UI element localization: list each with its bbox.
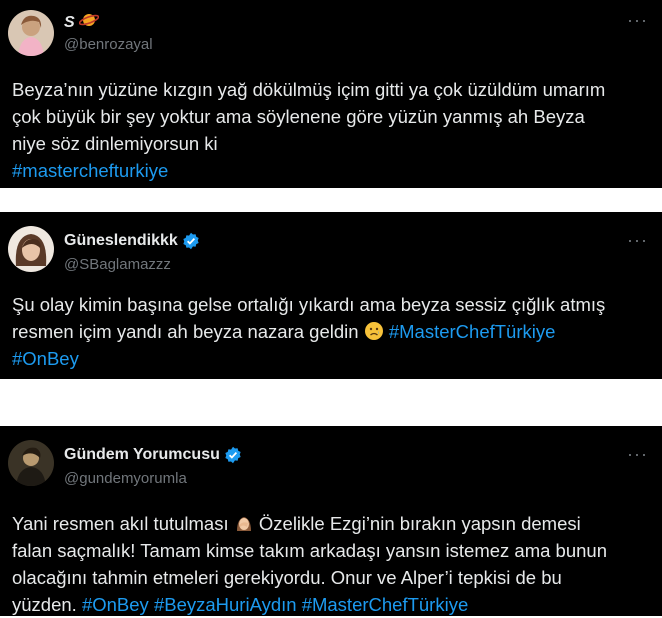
tweet-line-with-tag: resmen içim yandı ah beyza nazara geldin… [12,318,650,345]
hashtag-link[interactable]: #masterchefturkiye [12,157,650,184]
tweet-card-3: Gündem Yorumcusu @gundemyorumla ··· Yani… [0,426,662,616]
tweet-line-with-tags: yüzden. #OnBey #BeyzaHuriAydın #MasterCh… [12,591,650,618]
tweet-text: Şu olay kimin başına gelse ortalığı yıka… [12,291,650,372]
tweet-line: Beyza’nın yüzüne kızgın yağ dökülmüş içi… [12,79,606,100]
display-name-row: Güneslendikkk [64,232,200,250]
sad-face-emoji-icon [364,321,384,341]
tweet-text: Beyza’nın yüzüne kızgın yağ dökülmüş içi… [12,76,650,184]
display-name-row: S [64,12,99,33]
tweet-line: resmen içim yandı ah beyza nazara geldin [12,321,359,342]
tweet-line: yüzden. [12,594,77,615]
hashtag-link[interactable]: #OnBey [82,594,149,615]
hashtag-link[interactable]: #MasterChefTürkiye [389,321,556,342]
tweet-line: olacağını tahmin etmeleri gerekiyordu. O… [12,567,562,588]
more-options-icon[interactable]: ··· [627,230,648,251]
hashtag-link[interactable]: #OnBey [12,345,650,372]
tweet-line-with-emoji: Yani resmen akıl tutulması Özelikle Ezgi… [12,510,650,537]
avatar[interactable] [8,10,54,56]
woman-facepalming-emoji-icon [234,513,254,533]
display-name[interactable]: Gündem Yorumcusu [64,446,220,464]
tweet-line: falan saçmalık! Tamam kimse takım arkada… [12,540,607,561]
tweet-line: niye söz dinlemiyorsun ki [12,133,218,154]
avatar[interactable] [8,226,54,272]
avatar[interactable] [8,440,54,486]
tweet-card-2: Güneslendikkk @SBaglamazzz ··· Şu olay k… [0,212,662,379]
user-handle[interactable]: @gundemyorumla [64,470,187,487]
planet-icon [78,12,99,33]
tweet-card-1: S @benrozayal ··· Beyza’nın yüzüne kızgı… [0,0,662,188]
hashtag-link[interactable]: #BeyzaHuriAydın [154,594,297,615]
display-name-row: Gündem Yorumcusu [64,446,242,464]
tweet-text: Yani resmen akıl tutulması Özelikle Ezgi… [12,510,650,618]
tweet-line: Özelikle Ezgi’nin bırakın yapsın demesi [258,513,581,534]
verified-badge-icon [182,232,200,250]
user-handle[interactable]: @SBaglamazzz [64,256,171,273]
hashtag-link[interactable]: #MasterChefTürkiye [302,594,469,615]
more-options-icon[interactable]: ··· [627,10,648,31]
display-name[interactable]: S [64,14,75,32]
more-options-icon[interactable]: ··· [627,444,648,465]
display-name[interactable]: Güneslendikkk [64,232,178,250]
tweet-line: çok büyük bir şey yoktur ama söylenene g… [12,106,585,127]
verified-badge-icon [224,446,242,464]
tweet-line: Şu olay kimin başına gelse ortalığı yıka… [12,294,606,315]
tweet-line: Yani resmen akıl tutulması [12,513,229,534]
user-handle[interactable]: @benrozayal [64,36,153,53]
